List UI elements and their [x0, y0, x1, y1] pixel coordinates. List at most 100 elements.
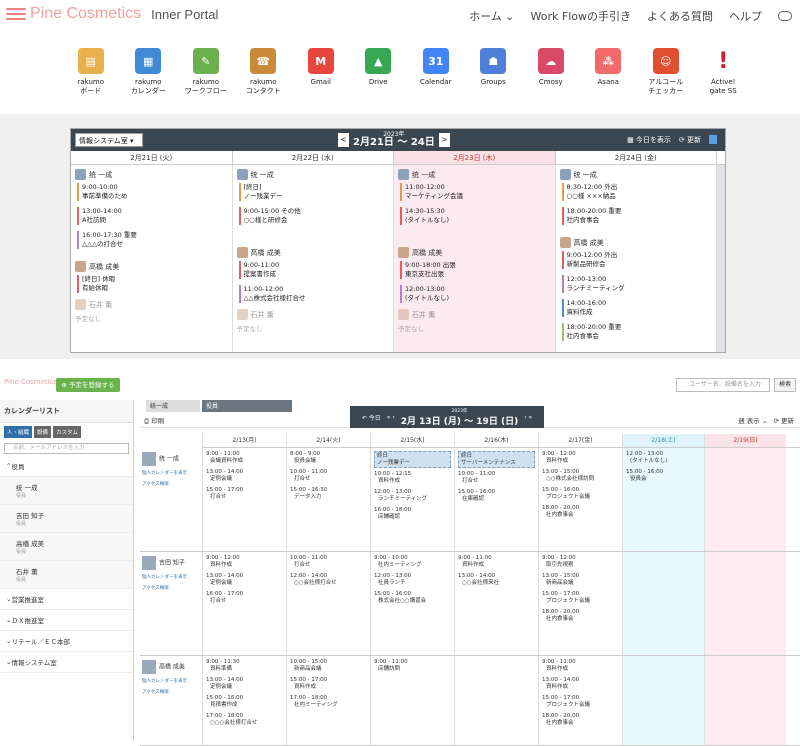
register-event-button[interactable]: ⊕ 予定を登録する [56, 378, 120, 392]
next-week-button[interactable]: > [438, 133, 450, 147]
group-item[interactable]: ⌄ リテール／ＥＣ本部 [0, 631, 133, 652]
access-link[interactable]: アクセス権限 [142, 481, 200, 488]
calendar-event[interactable]: 15:00 - 16:00 プロジェクト会議 [542, 487, 619, 500]
calendar-event[interactable]: [終日] ノー残業デー [238, 183, 390, 201]
member-tab[interactable]: 统一成 [146, 400, 200, 412]
calendar-event[interactable]: 17:00 - 18:00 社内ミーティング [290, 695, 367, 708]
company-logo[interactable]: Pine Cosmetics Inner Portal [6, 5, 218, 23]
group-tab[interactable]: 役員 [202, 400, 292, 412]
group-item[interactable]: ⌄ ＤＸ推進室 [0, 610, 133, 631]
today-button[interactable]: ↶ 今日 [362, 413, 381, 422]
day-cell[interactable] [704, 448, 786, 551]
app-board[interactable]: ▤ rakumo ボード [62, 48, 120, 96]
print-button[interactable]: ⎙ 印刷 [144, 415, 164, 426]
calendar-event[interactable]: 終日 サーバーメンテナンス [458, 451, 535, 468]
person-header[interactable]: 石井 薫 [236, 309, 390, 320]
person-header[interactable]: 高橋 成美 [75, 261, 228, 272]
member-item[interactable]: 石井 薫役員 [0, 561, 133, 589]
person-header[interactable]: 统 一成 [398, 169, 551, 180]
app-cmosy[interactable]: ☁ Cmosy [522, 48, 580, 96]
person-header[interactable]: 高橋 成美 [398, 247, 551, 258]
calendar-event[interactable]: 15:00 - 16:00 株式会社○○講習会 [374, 591, 451, 604]
app-alcohol-checker[interactable]: ☺ アルコール チェッカー [637, 48, 695, 96]
calendar-event[interactable]: 9:00-12:00 外出 新製品研修会 [561, 251, 713, 269]
calendar-event[interactable]: 13:00 - 14:00 定例会議 [206, 573, 283, 586]
calendar-event[interactable]: 13:00-14:00 A社訪問 [77, 207, 228, 225]
view-select[interactable]: 週 表示 [738, 417, 760, 425]
day-cell[interactable]: 12:00 - 13:00 (タイトルなし) 15:00 - 16:00 役員会 [622, 448, 704, 551]
calendar-event[interactable]: 16:00 - 18:00 店舗確認 [374, 507, 451, 520]
calendar-event[interactable]: 9:00-15:00 その他 ○○様と研修会 [238, 207, 390, 225]
calendar-event[interactable]: 10:00 - 11:00 打合せ [458, 471, 535, 484]
day-cell[interactable]: 10:00 - 11:00 打合せ 12:00 - 14:00 ○○会社様打合せ [286, 552, 370, 655]
calendar-event[interactable]: 9:00 - 12:00 資料作成 [542, 451, 619, 464]
nav-home[interactable]: ホーム ⌄ [469, 8, 514, 24]
person-header[interactable]: 石井 薫 [75, 299, 228, 310]
app-contact[interactable]: ☎ rakumo コンタクト [235, 48, 293, 96]
person-header[interactable]: 统 一成 [559, 169, 713, 180]
app-drive[interactable]: ▲ Drive [350, 48, 408, 96]
person-header[interactable]: 高橋 成美 [236, 247, 390, 258]
person-header[interactable]: 统 一成 [236, 169, 390, 180]
personal-calendar-link[interactable]: 個人カレンダーを表示 [142, 678, 200, 685]
nav-help[interactable]: ヘルプ [729, 8, 762, 24]
member-item[interactable]: 统 一成 役員 [0, 477, 133, 505]
member-item[interactable]: 吉田 知子 役員 [0, 505, 133, 533]
tab-people[interactable]: 人・組織 [4, 426, 33, 438]
person-header[interactable]: 高橋 成美 [559, 237, 713, 248]
calendar-event[interactable]: 16:00-17:30 重要 △△△の打合せ [77, 231, 228, 249]
app-google-calendar[interactable]: 31 Calendar [407, 48, 465, 96]
day-cell[interactable]: 終日 ノー残業デー 10:00 - 12:15 資料作成 12:00 - 13:00 ラン… [370, 448, 454, 551]
personal-calendar-link[interactable]: 個人カレンダーを表示 [142, 574, 200, 581]
calendar-event[interactable]: 17:00 - 18:00 ○○○会社様打合せ [206, 713, 283, 726]
scrollbar[interactable] [717, 165, 725, 352]
calendar-event[interactable]: 9:00-11:00 提案書作成 [238, 261, 390, 279]
calendar-event[interactable]: 8:30-12:00 外出 ○○様 ×××納品 [561, 183, 713, 201]
calendar-event[interactable]: 13:00 - 14:00 定例会議 [206, 469, 283, 482]
search-button[interactable]: 検索 [774, 378, 796, 392]
day-cell[interactable]: 10:00 - 15:00 新商品会議 15:00 - 17:00 資料作成 17:00… [286, 656, 370, 745]
calendar-event[interactable]: 15:00 - 17:00 打合せ [206, 487, 283, 500]
day-cell[interactable] [622, 656, 704, 745]
app-asana[interactable]: ⁂ Asana [580, 48, 638, 96]
day-cell[interactable]: 9:00 - 11:00 会議資料作成 13:00 - 14:00 定例会議 15:00… [202, 448, 286, 551]
show-today-button[interactable]: ▦ 今日を表示 [627, 135, 671, 145]
day-cell[interactable]: 9:00 - 11:00 資料作成 13:00 - 14:00 ○○会社様来社 [454, 552, 538, 655]
multi-refresh-button[interactable]: ⟳ 更新 [773, 417, 794, 425]
calendar-event[interactable]: 9:00 - 12:00 取引先視察 [542, 555, 619, 568]
calendar-event[interactable]: 15:00 - 16:00 役員会 [626, 469, 701, 482]
app-groups[interactable]: ☗ Groups [465, 48, 523, 96]
calendar-event[interactable]: 10:00 - 11:00 打合せ [290, 469, 367, 482]
access-link[interactable]: アクセス権限 [142, 585, 200, 592]
day-cell[interactable]: 9:00 - 12:00 資料作成 13:00 - 15:00 ○○株式会社様訪問 15… [538, 448, 622, 551]
day-cell[interactable] [454, 656, 538, 745]
day-cell[interactable]: 9:00 - 11:00 資料作成 13:00 - 14:00 資料作成 15:00 -… [538, 656, 622, 745]
calendar-event[interactable]: 15:00 - 16:00 見積書作成 [206, 695, 283, 708]
calendar-event[interactable]: 10:00 - 15:00 新商品会議 [290, 659, 367, 672]
cloud-icon[interactable] [778, 11, 792, 21]
member-filter-input[interactable]: 名前、メールアドレスを入力 [4, 443, 129, 454]
calendar-event[interactable]: 18:00-20:00 重要 社内食事会 [561, 323, 713, 341]
group-select[interactable]: 情報システム室 ▾ [75, 133, 143, 147]
day-cell[interactable]: 終日 サーバーメンテナンス 10:00 - 11:00 打合せ 15:00 - 16:0… [454, 448, 538, 551]
settings-icon[interactable] [709, 135, 717, 144]
day-cell[interactable] [704, 552, 786, 655]
calendar-event[interactable]: 15:00 - 17:00 プロジェクト会議 [542, 695, 619, 708]
nav-workflow-guide[interactable]: Work Flowの手引き [531, 8, 631, 24]
calendar-event[interactable]: 終日 ノー残業デー [374, 451, 451, 468]
person-header[interactable]: 统 一成 [75, 169, 228, 180]
calendar-event[interactable]: 11:00-12:00 △△株式会社様打合せ [238, 285, 390, 303]
day-cell[interactable]: 9:00 - 11:30 資料準備 13:00 - 14:00 定例会議 15:00 -… [202, 656, 286, 745]
day-cell[interactable] [704, 656, 786, 745]
calendar-event[interactable]: 12:00 - 14:00 ○○会社様打合せ [290, 573, 367, 586]
app-active-gate[interactable]: ! Active! gate SS [695, 48, 753, 96]
calendar-event[interactable]: 15:00 - 16:30 データ入力 [290, 487, 367, 500]
calendar-event[interactable]: 8:00 - 9:00 役員会議 [290, 451, 367, 464]
personal-calendar-link[interactable]: 個人カレンダーを表示 [142, 470, 200, 477]
person-header[interactable]: 石井 薫 [398, 309, 551, 320]
calendar-event[interactable]: 18:00 - 20:00 社内食事会 [542, 609, 619, 622]
app-calendar[interactable]: ▦ rakumo カレンダー [120, 48, 178, 96]
group-item[interactable]: ⌄ 営業推進室 [0, 589, 133, 610]
refresh-button[interactable]: ⟳ 更新 [679, 135, 701, 145]
calendar-event[interactable]: 9:00 - 10:00 社内ミーティング [374, 555, 451, 568]
